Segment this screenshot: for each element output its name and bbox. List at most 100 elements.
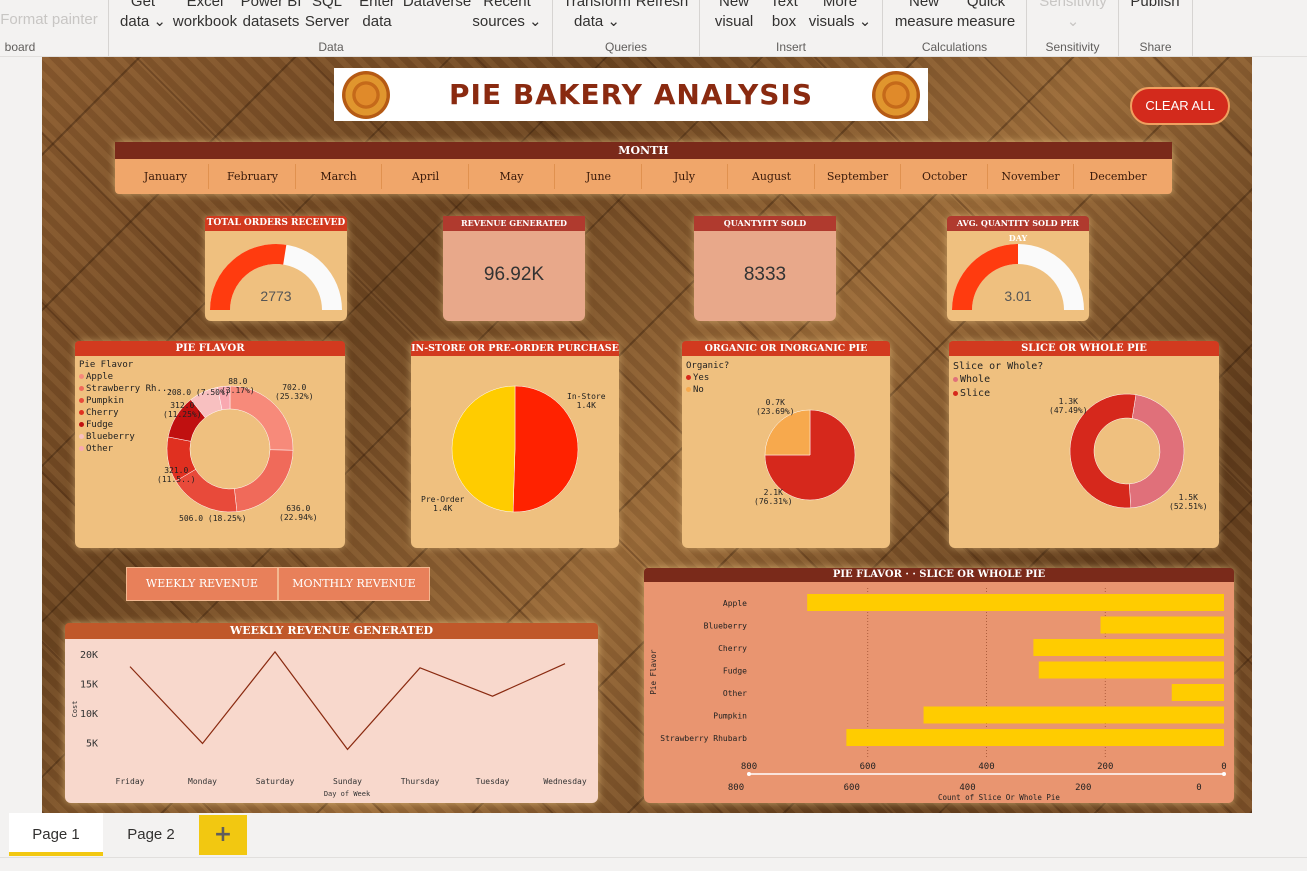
- x-tick-label: 600: [844, 783, 860, 793]
- avg-quantity-card[interactable]: AVG. QUANTITY SOLD PER DAY 3.01: [947, 216, 1089, 321]
- bar-cherry[interactable]: [1033, 639, 1224, 656]
- report-canvas: PIE BAKERY ANALYSIS CLEAR ALL MONTH Janu…: [42, 57, 1252, 813]
- page-1-tab[interactable]: Page 1: [9, 813, 103, 856]
- bar-fudge[interactable]: [1038, 661, 1224, 679]
- sql-server-button[interactable]: SQL Server: [302, 0, 352, 32]
- slice-card[interactable]: SLICE OR WHOLE PIE Slice or Whole? Whole…: [949, 341, 1219, 548]
- y-axis-title: Cost: [71, 701, 79, 718]
- month-option-march[interactable]: March: [296, 164, 382, 189]
- pie-slice-strawberry-rhubarb[interactable]: [234, 449, 294, 512]
- bar-other[interactable]: [1171, 684, 1224, 701]
- weekly-revenue-card[interactable]: WEEKLY REVENUE GENERATED 5K 10K 15K 20K Frid…: [65, 623, 598, 803]
- data-label: 0.7K (23.69%): [756, 398, 795, 416]
- page-2-tab[interactable]: Page 2: [110, 813, 192, 856]
- dataverse-button[interactable]: Dataverse: [402, 0, 472, 12]
- data-label: 88.0 (3.17%): [221, 377, 255, 395]
- revenue-card[interactable]: REVENUE GENERATED 96.92K: [443, 216, 585, 321]
- month-option-july[interactable]: July: [642, 164, 728, 189]
- recent-sources-button[interactable]: Recent sources ⌄: [472, 0, 542, 32]
- more-visuals-button[interactable]: More visuals ⌄: [808, 0, 872, 32]
- flavor-bar-chart: Apple Blueberry Cherry Fudge Other Pumpkin Str…: [649, 588, 1227, 802]
- avg-quantity-title: AVG. QUANTITY SOLD PER DAY: [947, 216, 1089, 243]
- x-tick-label: 200: [1097, 762, 1113, 772]
- range-handle[interactable]: [747, 772, 751, 776]
- total-orders-value: 2773: [260, 288, 292, 304]
- data-label: 1.5K (52.51%): [1169, 493, 1208, 511]
- page-title: PIE BAKERY ANALYSIS: [449, 78, 813, 111]
- y-tick-label: Fudge: [723, 667, 747, 676]
- month-option-february[interactable]: February: [210, 164, 296, 189]
- bar-apple[interactable]: [807, 594, 1224, 611]
- ribbon-separator: [1192, 0, 1193, 56]
- new-visual-button[interactable]: New visual: [710, 0, 758, 32]
- pie-slice-no[interactable]: [764, 409, 811, 456]
- y-tick-label: 5K: [86, 738, 98, 749]
- data-label: 636.0 (22.94%): [279, 504, 318, 522]
- month-option-january[interactable]: January: [123, 164, 209, 189]
- avg-quantity-gauge: [952, 244, 1084, 310]
- avg-quantity-value: 3.01: [1004, 288, 1032, 304]
- pie-slice-whole[interactable]: [1128, 394, 1185, 509]
- x-tick-label: 400: [959, 783, 975, 793]
- data-label: 1.3K (47.49%): [1049, 397, 1088, 415]
- quantity-card[interactable]: QUANTYITY SOLD 8333: [694, 216, 836, 321]
- weekly-revenue-line-chart: 5K 10K 15K 20K Friday Monday Saturday Sunday Thu…: [71, 650, 587, 798]
- range-handle[interactable]: [1222, 772, 1226, 776]
- quick-measure-button[interactable]: Quick measure: [954, 0, 1018, 32]
- text-box-button[interactable]: Text box: [762, 0, 806, 32]
- power-bi-datasets-button[interactable]: Power BI datasets: [240, 0, 302, 32]
- y-tick-label: Apple: [723, 599, 747, 608]
- ribbon-separator: [1026, 0, 1027, 56]
- clear-all-button[interactable]: CLEAR ALL: [1130, 87, 1230, 125]
- pie-icon: [872, 71, 920, 119]
- bar-strawberry-rhubarb[interactable]: [846, 729, 1224, 746]
- purchase-pie: [451, 385, 579, 513]
- monthly-revenue-button[interactable]: MONTHLY REVENUE: [278, 567, 430, 601]
- month-option-september[interactable]: September: [815, 164, 901, 189]
- enter-data-button[interactable]: Enter data: [352, 0, 402, 32]
- weekly-revenue-button[interactable]: WEEKLY REVENUE: [126, 567, 278, 601]
- month-option-october[interactable]: October: [902, 164, 988, 189]
- month-option-august[interactable]: August: [729, 164, 815, 189]
- month-slicer-title: MONTH: [115, 142, 1172, 159]
- x-tick-label: Thursday: [401, 777, 440, 786]
- month-option-december[interactable]: December: [1075, 164, 1161, 189]
- total-orders-card[interactable]: TOTAL ORDERS RECEIVED 2773: [205, 216, 347, 321]
- excel-workbook-button[interactable]: Excel workbook: [170, 0, 240, 32]
- x-tick-label: 0: [1196, 783, 1201, 793]
- month-option-june[interactable]: June: [556, 164, 642, 189]
- group-data-label: Data: [318, 40, 344, 54]
- get-data-button[interactable]: Get data ⌄: [113, 0, 173, 32]
- publish-button[interactable]: Publish: [1124, 0, 1186, 12]
- y-tick-label: 10K: [80, 709, 98, 720]
- purchase-card[interactable]: IN-STORE OR PRE-ORDER PURCHASE In-Store …: [411, 341, 619, 548]
- add-page-button[interactable]: +: [199, 815, 247, 855]
- bar-blueberry[interactable]: [1100, 616, 1225, 634]
- new-measure-button[interactable]: New measure: [892, 0, 956, 32]
- pie-flavor-card[interactable]: PIE FLAVOR Pie Flavor Apple Strawberry Rh…: [75, 341, 345, 548]
- organic-card[interactable]: ORGANIC OR INORGANIC PIE Organic? Yes No …: [682, 341, 890, 548]
- organic-pie: [764, 409, 856, 501]
- x-tick-label: Wednesday: [543, 777, 587, 786]
- month-option-may[interactable]: May: [469, 164, 555, 189]
- total-orders-title: TOTAL ORDERS RECEIVED: [205, 216, 347, 231]
- title-banner: PIE BAKERY ANALYSIS: [334, 68, 928, 121]
- ribbon-toolbar: Format painter Get data ⌄ Excel workbook…: [0, 0, 1307, 57]
- month-option-november[interactable]: November: [988, 164, 1074, 189]
- x-tick-label: 200: [1075, 783, 1091, 793]
- month-option-april[interactable]: April: [383, 164, 469, 189]
- flavor-bar-card[interactable]: PIE FLAVOR · · SLICE OR WHOLE PIE Apple B…: [644, 568, 1234, 803]
- sensitivity-button[interactable]: Sensitivity ⌄: [1034, 0, 1112, 32]
- group-calculations-label: Calculations: [921, 40, 988, 54]
- bar-pumpkin[interactable]: [923, 706, 1224, 724]
- slice-donut: [1069, 393, 1185, 509]
- x-tick-label: 800: [741, 762, 757, 772]
- revenue-line[interactable]: [129, 650, 566, 751]
- y-tick-label: Pumpkin: [713, 712, 747, 721]
- revenue-value: 96.92K: [483, 264, 545, 285]
- pie-slice-pre-order[interactable]: [451, 385, 516, 513]
- refresh-button[interactable]: Refresh: [632, 0, 692, 12]
- group-queries-label: Queries: [604, 40, 648, 54]
- transform-data-button[interactable]: Transform data ⌄: [562, 0, 632, 32]
- format-painter-button[interactable]: Format painter: [0, 10, 98, 30]
